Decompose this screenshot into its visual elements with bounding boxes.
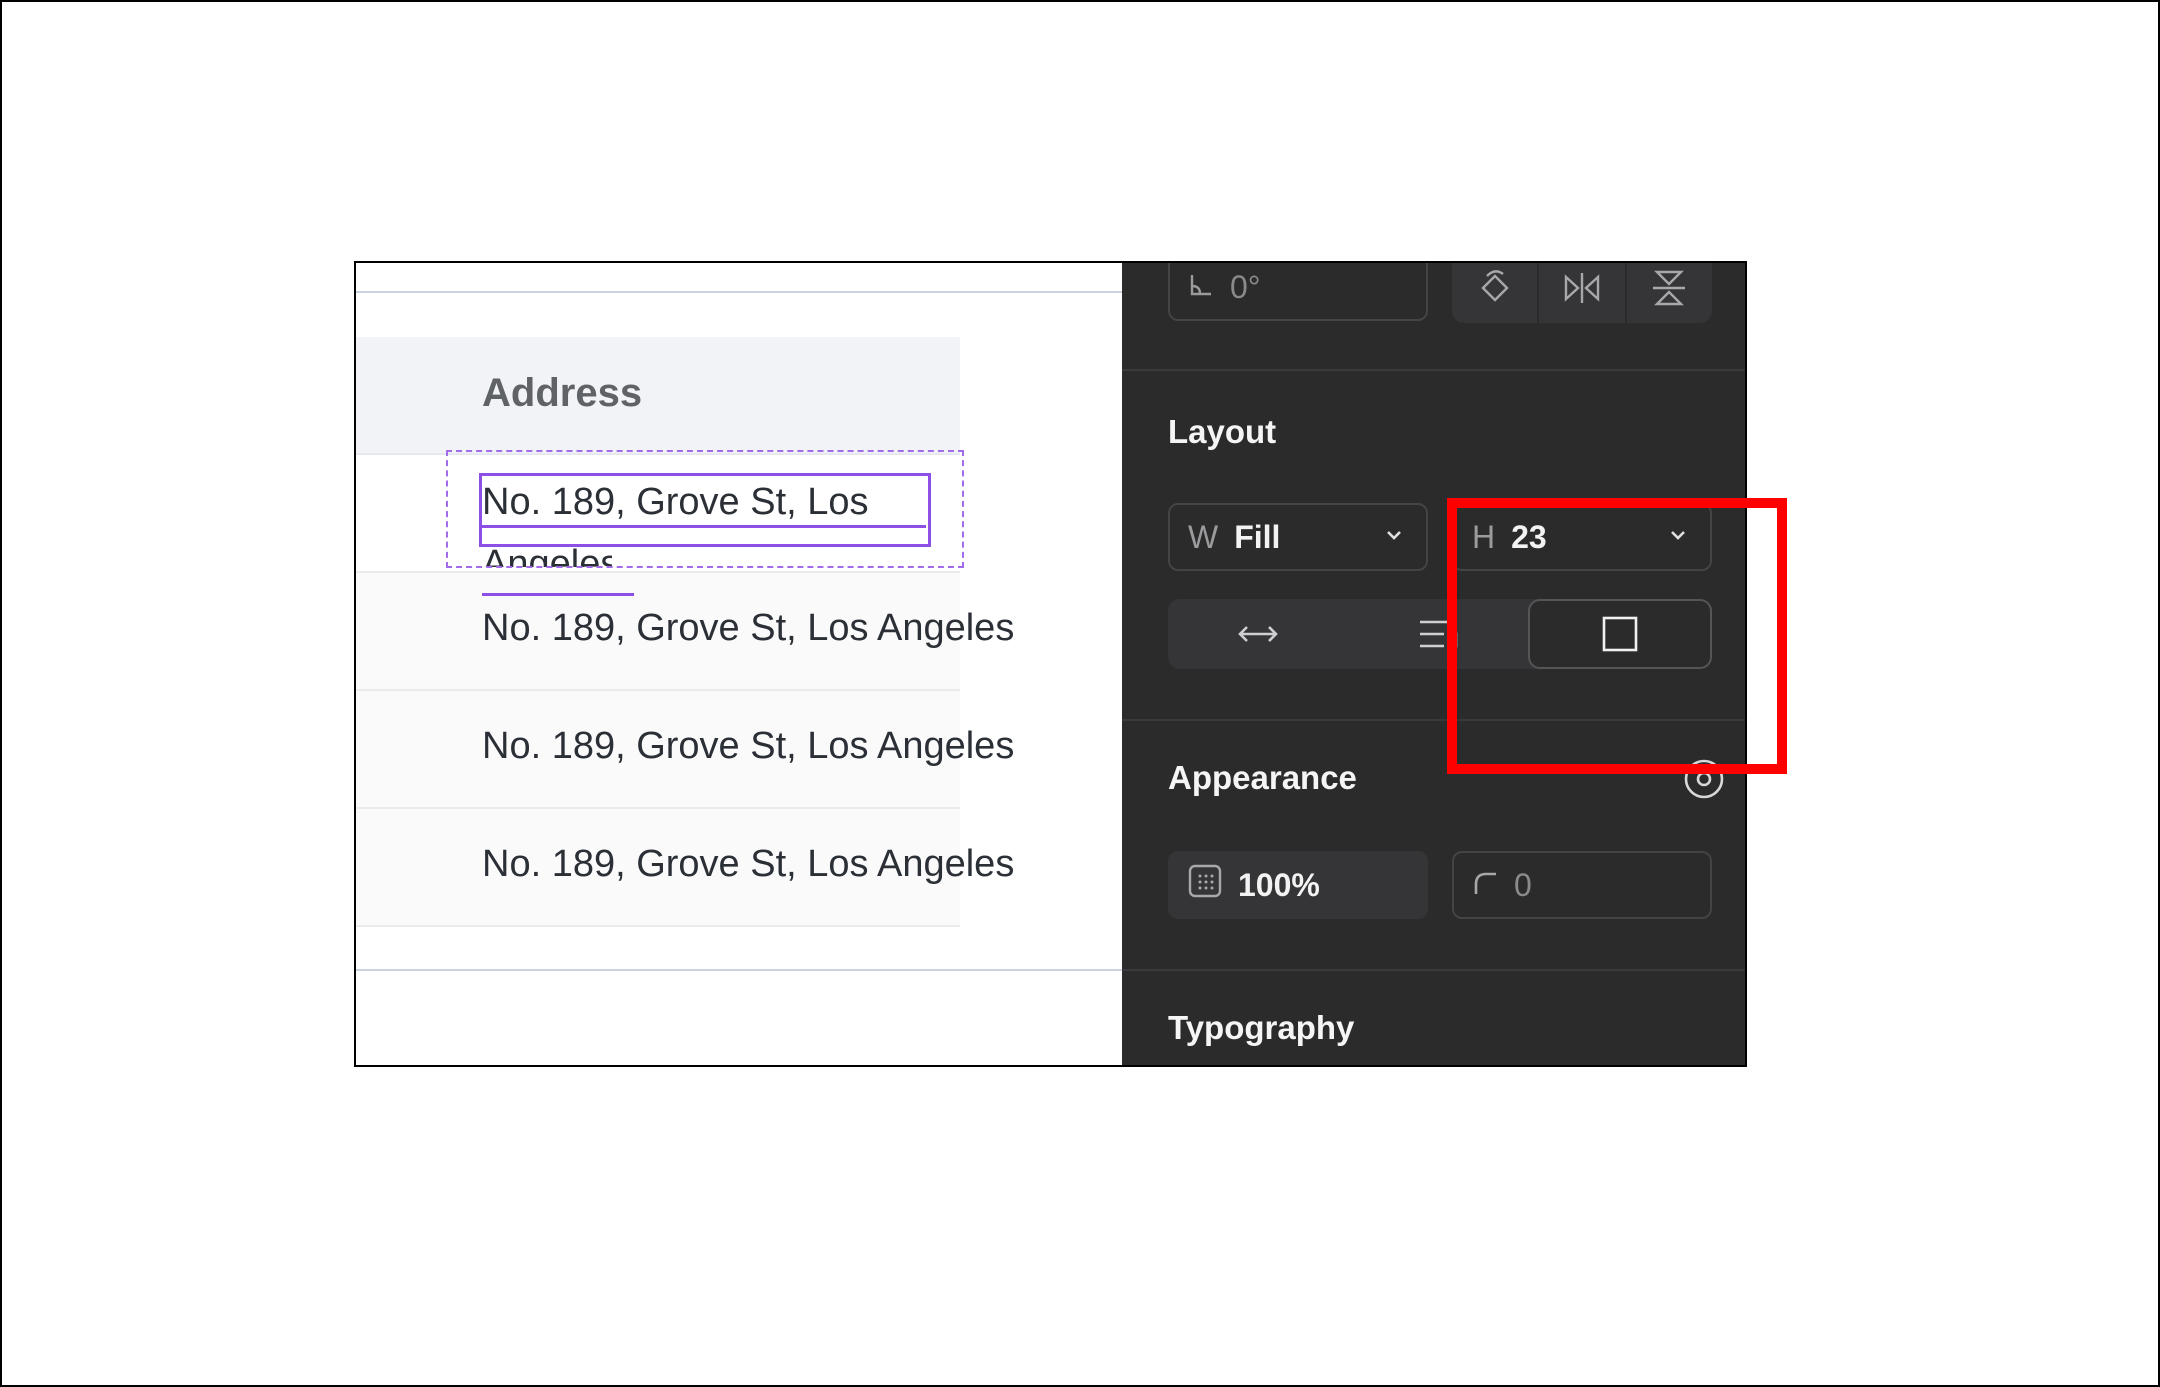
horizontal-arrows-icon [1238, 626, 1278, 642]
red-highlight-box [1447, 498, 1787, 774]
table-row[interactable]: No. 189, Grove St, Los Angeles [356, 691, 1014, 809]
layout-section-title: Layout [1168, 413, 1277, 450]
address-cell[interactable]: No. 189, Grove St, Los Angeles [482, 843, 1014, 886]
typography-section-title: Typography [1168, 1009, 1355, 1046]
chevron-down-icon [1387, 531, 1401, 540]
address-cell[interactable]: No. 189, Grove St, Los Angeles [482, 725, 1014, 768]
appearance-section-title: Appearance [1168, 759, 1357, 796]
width-dropdown[interactable]: W Fill [1168, 503, 1428, 571]
rotation-field[interactable]: 0° [1168, 263, 1428, 321]
rotate-icon[interactable] [1452, 263, 1537, 323]
flip-horizontal-icon[interactable] [1537, 263, 1624, 323]
text-baseline [482, 525, 926, 528]
corner-radius-icon [1472, 867, 1498, 904]
table-header: Address [356, 337, 960, 455]
fill-horizontal-option[interactable] [1168, 599, 1348, 669]
opacity-value: 100% [1238, 866, 1320, 903]
corner-radius-value: 0 [1514, 866, 1532, 903]
column-header-address[interactable]: Address [482, 371, 642, 416]
opacity-icon [1188, 864, 1222, 906]
opacity-field[interactable]: 100% [1168, 851, 1428, 919]
flip-vertical-icon[interactable] [1624, 263, 1712, 323]
text-selection-box[interactable] [479, 473, 931, 547]
transform-buttons [1452, 263, 1712, 323]
width-value: Fill [1234, 518, 1281, 555]
address-table: Address No. 189, Grove St, Los Angeles N… [356, 337, 1014, 927]
overflow-baseline [482, 593, 634, 596]
rotation-value: 0° [1230, 268, 1261, 305]
table-row[interactable]: No. 189, Grove St, Los Angeles [356, 573, 1014, 691]
section-divider [1122, 969, 1745, 971]
corner-radius-field[interactable]: 0 [1452, 851, 1712, 919]
angle-icon [1188, 269, 1214, 306]
width-prefix: W [1188, 518, 1219, 555]
address-cell[interactable]: No. 189, Grove St, Los Angeles [482, 607, 1014, 650]
design-canvas[interactable]: Address No. 189, Grove St, Los Angeles N… [356, 263, 1122, 1065]
section-divider [1122, 369, 1745, 371]
table-row[interactable]: No. 189, Grove St, Los Angeles [356, 809, 1014, 927]
